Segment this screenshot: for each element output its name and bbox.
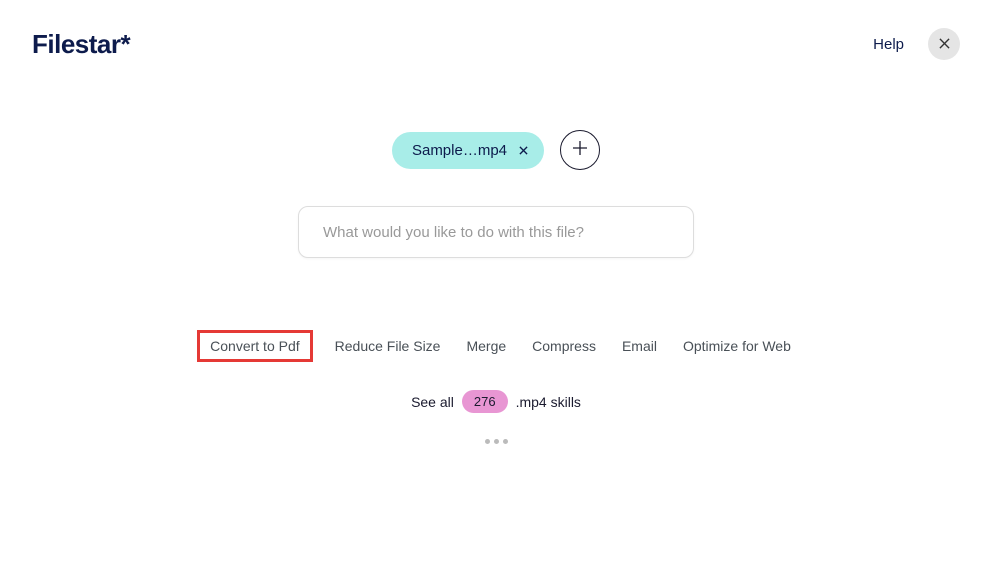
skill-compress[interactable]: Compress — [528, 332, 600, 360]
file-row: Sample…mp4 — [392, 130, 600, 170]
file-chip-remove-icon[interactable] — [519, 143, 528, 158]
skills-count-badge: 276 — [462, 390, 508, 413]
header-right: Help — [873, 28, 960, 60]
see-all-skills-link[interactable]: See all 276 .mp4 skills — [411, 390, 581, 413]
close-button[interactable] — [928, 28, 960, 60]
skill-email[interactable]: Email — [618, 332, 661, 360]
skill-optimize-for-web[interactable]: Optimize for Web — [679, 332, 795, 360]
add-file-button[interactable] — [560, 130, 600, 170]
close-icon — [939, 36, 950, 53]
main-content: Sample…mp4 Convert to Pdf Reduce File Si… — [0, 60, 992, 444]
file-chip-name: Sample…mp4 — [412, 142, 507, 159]
skills-row: Convert to Pdf Reduce File Size Merge Co… — [197, 330, 795, 362]
header: Filestar* Help — [0, 0, 992, 60]
see-all-suffix: .mp4 skills — [516, 394, 581, 410]
dots-icon — [485, 439, 508, 444]
search-input[interactable] — [298, 206, 694, 258]
see-all-prefix: See all — [411, 394, 454, 410]
skill-merge[interactable]: Merge — [462, 332, 510, 360]
plus-icon — [573, 141, 587, 160]
skills-section: Convert to Pdf Reduce File Size Merge Co… — [197, 330, 795, 444]
file-chip[interactable]: Sample…mp4 — [392, 132, 544, 169]
skill-convert-to-pdf[interactable]: Convert to Pdf — [197, 330, 313, 362]
app-logo: Filestar* — [32, 29, 130, 60]
help-link[interactable]: Help — [873, 36, 904, 53]
skill-reduce-file-size[interactable]: Reduce File Size — [331, 332, 445, 360]
